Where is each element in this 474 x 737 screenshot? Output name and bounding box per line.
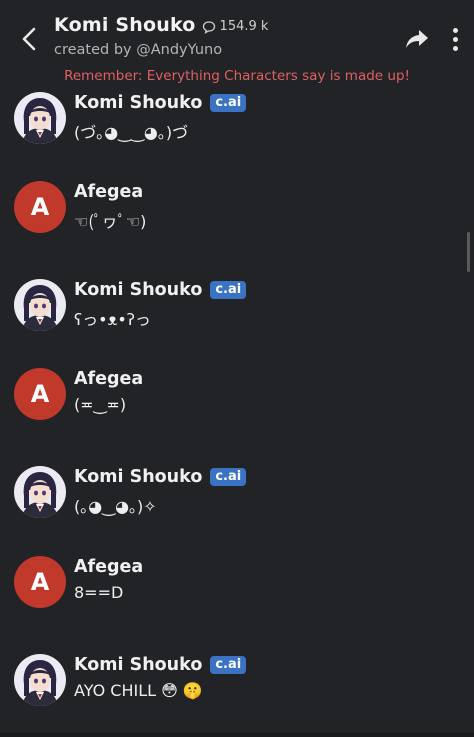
character-avatar[interactable] [14,279,66,331]
creator-link[interactable]: created by @AndyYuno [54,42,222,58]
character-title[interactable]: Komi Shouko [54,14,196,36]
message-text: (づ｡◕‿‿◕｡)づ [74,123,189,142]
message-text: ☜(ﾟヮﾟ☜) [74,212,147,231]
chat-count: 154.9 k [202,19,269,34]
sender-row: Afegea [74,182,143,202]
cai-badge: c.ai [210,656,247,674]
scrollbar-thumb[interactable] [467,232,470,272]
cai-badge: c.ai [210,281,247,299]
user-avatar[interactable]: A [14,556,66,608]
sender-name: Komi Shouko [74,280,203,300]
sender-row: Afegea [74,369,143,389]
sender-name: Komi Shouko [74,93,203,113]
user-avatar[interactable]: A [14,368,66,420]
sender-name: Komi Shouko [74,467,203,487]
chat-header: Komi Shouko 154.9 k created by @AndyYuno… [0,0,474,90]
message-text: ʕっ•ᴥ•ʔっ [74,310,151,329]
sender-row: Komi Shouko c.ai [74,93,247,113]
bottom-divider [0,733,474,737]
sender-row: Komi Shouko c.ai [74,280,247,300]
dot-icon [452,45,458,51]
character-avatar[interactable] [14,466,66,518]
user-avatar[interactable]: A [14,181,66,233]
sender-name: Afegea [74,369,144,389]
character-avatar[interactable] [14,654,66,706]
sender-row: Komi Shouko c.ai [74,655,247,675]
dot-icon [452,36,458,42]
chat-bubble-icon [202,20,215,34]
message-text: 8==D [74,583,124,602]
chevron-left-icon [22,27,36,51]
cai-badge: c.ai [210,94,247,112]
chat-count-value: 154.9 k [219,19,269,34]
sender-row: Afegea [74,557,143,577]
sender-row: Komi Shouko c.ai [74,467,247,487]
message-text: (≖‿≖) [74,395,127,414]
character-avatar[interactable] [14,92,66,144]
share-button[interactable] [402,24,432,54]
back-button[interactable] [12,22,46,56]
sender-name: Afegea [74,182,144,202]
more-options-button[interactable] [444,22,466,56]
dot-icon [452,27,458,33]
message-text: AYO CHILL 😳 🤫 [74,681,203,700]
sender-name: Komi Shouko [74,655,203,675]
cai-badge: c.ai [210,468,247,486]
sender-name: Afegea [74,557,144,577]
disclaimer-text: Remember: Everything Characters say is m… [64,68,410,84]
share-icon [406,30,428,48]
message-text: (｡◕‿◕｡)✧ [74,497,157,516]
title-row: Komi Shouko 154.9 k [54,14,268,36]
